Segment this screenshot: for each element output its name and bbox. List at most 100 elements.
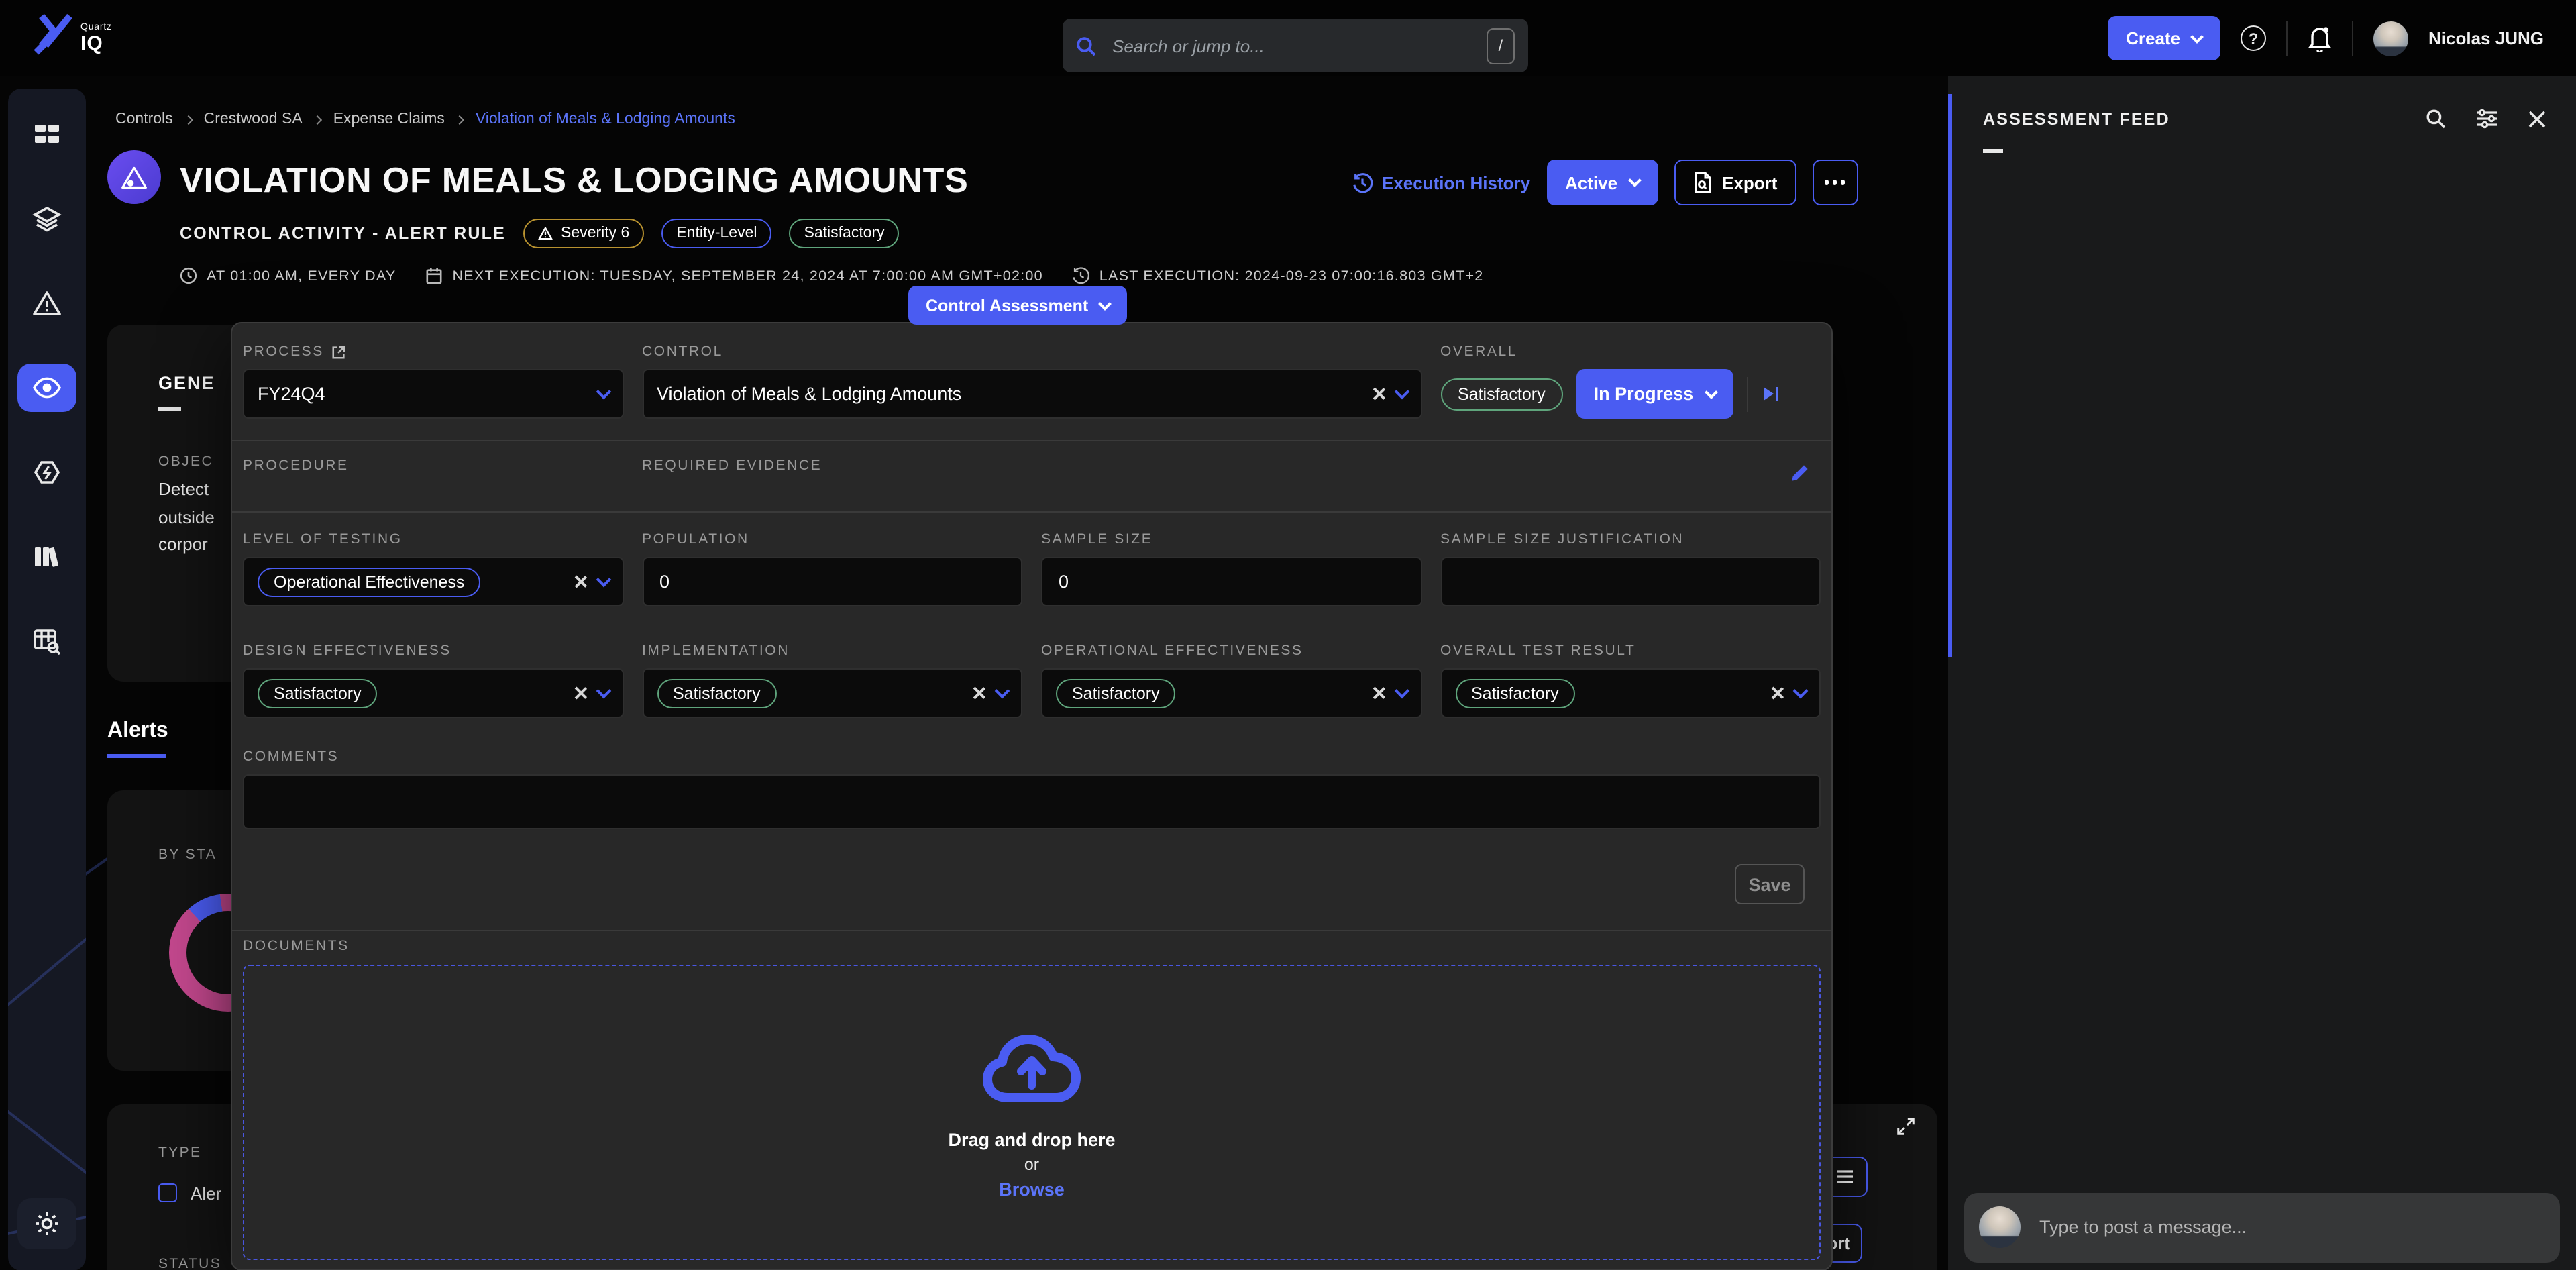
clear-icon[interactable]: [1770, 686, 1784, 700]
warning-triangle-icon: [32, 290, 62, 317]
message-composer: [1964, 1192, 2560, 1262]
breadcrumb-separator-icon: [184, 115, 193, 124]
notifications-bell-icon[interactable]: [2308, 25, 2332, 52]
breadcrumb: Controls Crestwood SA Expense Claims Vio…: [115, 111, 735, 127]
sidebar-item-layers[interactable]: [17, 195, 76, 243]
breadcrumb-item[interactable]: Controls: [115, 111, 173, 127]
page-title: VIOLATION OF MEALS & LODGING AMOUNTS: [180, 160, 969, 201]
skip-to-end-icon[interactable]: [1762, 385, 1780, 403]
top-bar: Quartz IQ / Create ?: [0, 0, 2576, 76]
implementation-select[interactable]: Satisfactory: [642, 668, 1022, 718]
table-search-icon: [32, 627, 62, 656]
chevron-down-icon: [1627, 174, 1641, 187]
sidebar-item-data-explorer[interactable]: [17, 617, 76, 666]
section-divider: [232, 440, 1831, 441]
feed-search-icon[interactable]: [2426, 109, 2446, 129]
schedule-last-execution: LAST EXECUTION: 2024-09-23 07:00:16.803 …: [1073, 267, 1484, 284]
browse-link[interactable]: Browse: [999, 1179, 1065, 1200]
type-option-label[interactable]: Aler: [191, 1183, 221, 1204]
clear-icon[interactable]: [1371, 386, 1385, 401]
create-button[interactable]: Create: [2107, 16, 2220, 60]
breadcrumb-separator-icon: [313, 115, 323, 124]
history-clock-icon: [1352, 172, 1373, 193]
level-of-testing-chip: Operational Effectiveness: [258, 567, 480, 596]
global-search[interactable]: /: [1063, 19, 1528, 72]
user-name[interactable]: Nicolas JUNG: [2428, 28, 2544, 48]
overall-status-button[interactable]: In Progress: [1576, 369, 1734, 419]
feed-filter-sliders-icon[interactable]: [2475, 109, 2498, 129]
breadcrumb-item-current[interactable]: Violation of Meals & Lodging Amounts: [476, 111, 735, 127]
eye-icon: [32, 377, 62, 399]
type-filter-label: TYPE: [158, 1145, 201, 1161]
sidebar-item-settings[interactable]: [17, 1198, 76, 1249]
breadcrumb-separator-icon: [455, 115, 465, 124]
chevron-down-icon: [1793, 683, 1809, 698]
message-input[interactable]: [2037, 1216, 2545, 1238]
population-label: POPULATION: [642, 531, 1022, 547]
design-effectiveness-label: DESIGN EFFECTIVENESS: [243, 643, 623, 659]
by-status-label: BY STA: [158, 847, 217, 863]
population-group: POPULATION: [642, 531, 1022, 606]
gear-icon: [32, 1209, 62, 1238]
external-link-icon[interactable]: [332, 344, 347, 359]
documents-dropzone[interactable]: Drag and drop here or Browse: [243, 965, 1821, 1259]
export-button[interactable]: Export: [1674, 160, 1796, 205]
list-icon: [1835, 1169, 1854, 1185]
user-avatar[interactable]: [2373, 21, 2408, 56]
overall-rating-badge: Satisfactory: [1440, 378, 1563, 410]
population-input[interactable]: [657, 570, 1008, 593]
process-select[interactable]: FY24Q4: [243, 369, 623, 419]
sidebar-item-dashboard[interactable]: [17, 110, 76, 158]
left-sidebar: [8, 89, 86, 1270]
breadcrumb-item[interactable]: Crestwood SA: [204, 111, 303, 127]
breadcrumb-item[interactable]: Expense Claims: [333, 111, 445, 127]
comments-textarea[interactable]: [243, 774, 1821, 829]
sidebar-decor-line: [8, 838, 86, 1124]
sidebar-item-monitoring-active[interactable]: [17, 364, 76, 412]
clear-icon[interactable]: [572, 686, 587, 700]
sidebar-item-library[interactable]: [17, 533, 76, 581]
sidebar-item-alerts[interactable]: [17, 279, 76, 327]
sample-size-label: SAMPLE SIZE: [1041, 531, 1421, 547]
design-effectiveness-select[interactable]: Satisfactory: [243, 668, 623, 718]
rating-chip: Satisfactory: [258, 678, 378, 708]
control-field-group: CONTROL Violation of Meals & Lodging Amo…: [642, 343, 1421, 419]
search-input[interactable]: [1110, 34, 1473, 57]
alerts-tab-indicator: [107, 754, 166, 758]
control-assessment-tab[interactable]: Control Assessment: [908, 286, 1127, 325]
app-logo[interactable]: Quartz IQ: [32, 11, 112, 62]
app-root: Quartz IQ / Create ?: [0, 0, 2576, 1270]
save-button[interactable]: Save: [1735, 864, 1805, 904]
alerts-section-title: Alerts: [107, 719, 168, 743]
design-effectiveness-group: DESIGN EFFECTIVENESS Satisfactory: [243, 643, 623, 718]
clear-icon[interactable]: [572, 574, 587, 589]
overall-test-result-select[interactable]: Satisfactory: [1440, 668, 1821, 718]
assessment-feed-panel: ASSESSMENT FEED: [1948, 76, 2576, 1270]
feed-accent-scrollbar[interactable]: [1948, 94, 1952, 657]
control-select[interactable]: Violation of Meals & Lodging Amounts: [642, 369, 1421, 419]
overall-test-result-label: OVERALL TEST RESULT: [1440, 643, 1821, 659]
type-checkbox[interactable]: [158, 1183, 177, 1202]
edit-pencil-icon[interactable]: [1790, 463, 1810, 483]
execution-history-link[interactable]: Execution History: [1352, 172, 1530, 193]
help-icon[interactable]: ?: [2241, 25, 2266, 51]
expand-icon[interactable]: [1896, 1116, 1916, 1136]
population-field: [642, 557, 1022, 606]
status-active-button[interactable]: Active: [1546, 160, 1658, 205]
sample-size-justification-input[interactable]: [1455, 570, 1806, 593]
chevron-down-icon: [1394, 384, 1409, 399]
feed-close-icon[interactable]: [2528, 109, 2546, 128]
entity-level-badge: Entity-Level: [661, 219, 771, 248]
level-of-testing-select[interactable]: Operational Effectiveness: [243, 557, 623, 606]
clear-icon[interactable]: [1371, 686, 1385, 700]
dropzone-or-text: or: [1024, 1155, 1039, 1174]
sample-size-input[interactable]: [1056, 570, 1407, 593]
warning-small-icon: [538, 227, 553, 240]
clear-icon[interactable]: [971, 686, 986, 700]
user-avatar: [1979, 1206, 2021, 1248]
sidebar-item-rules[interactable]: [17, 448, 76, 496]
feed-title: ASSESSMENT FEED: [1983, 109, 2170, 128]
operational-effectiveness-select[interactable]: Satisfactory: [1041, 668, 1421, 718]
more-actions-button[interactable]: [1812, 160, 1858, 205]
chevron-down-icon: [596, 572, 611, 587]
